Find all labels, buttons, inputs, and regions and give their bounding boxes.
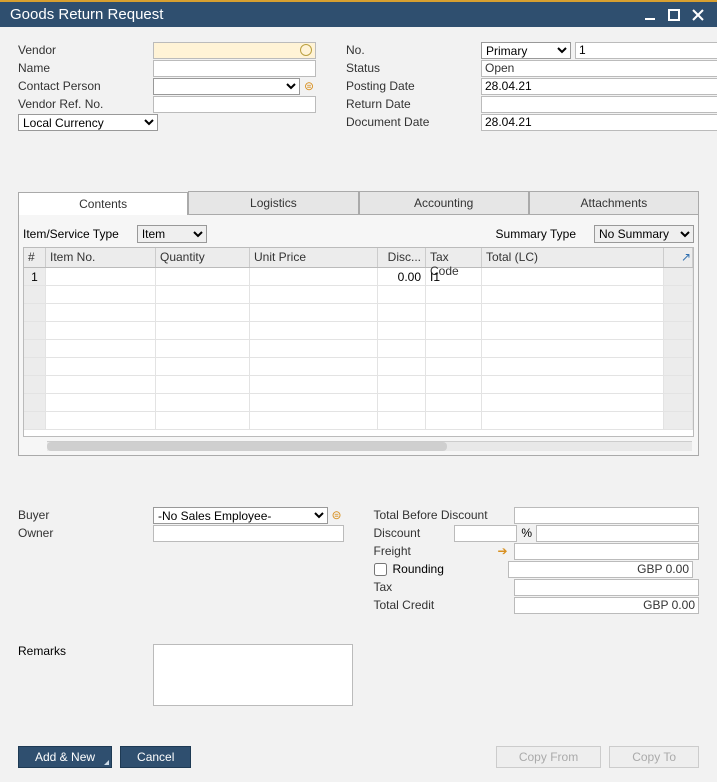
vendor-label: Vendor — [18, 43, 153, 57]
grid-scrollbar[interactable] — [47, 441, 692, 451]
window: Goods Return Request Vendor Name Contact… — [0, 0, 717, 782]
action-bar: Add & New Cancel Copy From Copy To — [18, 746, 699, 768]
col-total[interactable]: Total (LC) — [482, 248, 664, 267]
cell-item[interactable] — [46, 268, 156, 285]
itemtype-label: Item/Service Type — [23, 227, 119, 241]
remarks-label: Remarks — [18, 644, 153, 706]
returndate-input[interactable] — [481, 96, 717, 113]
vendorref-label: Vendor Ref. No. — [18, 97, 153, 111]
no-input[interactable] — [575, 42, 717, 59]
freight-arrow-icon[interactable]: ➔ — [498, 544, 508, 558]
grid-header: # Item No. Quantity Unit Price Disc... T… — [24, 248, 693, 268]
freight-label: Freight — [374, 544, 494, 558]
freight-value — [514, 543, 699, 560]
contact-select[interactable] — [153, 78, 300, 95]
header-left: Vendor Name Contact Person ⊜ Vendor Ref.… — [18, 41, 316, 131]
grid-row[interactable]: 1 0.00 I1 — [24, 268, 693, 286]
discount-value — [536, 525, 699, 542]
titlebar: Goods Return Request — [0, 2, 717, 27]
rounding-value — [508, 561, 694, 578]
tab-logistics[interactable]: Logistics — [188, 191, 358, 214]
cell-qty[interactable] — [156, 268, 250, 285]
currency-select[interactable]: Local Currency — [18, 114, 158, 131]
tax-label: Tax — [374, 580, 514, 594]
col-qty[interactable]: Quantity — [156, 248, 250, 267]
cell-end — [664, 268, 693, 285]
postdate-label: Posting Date — [346, 79, 481, 93]
status-value — [481, 60, 717, 77]
cell-total[interactable] — [482, 268, 664, 285]
cell-price[interactable] — [250, 268, 378, 285]
header-section: Vendor Name Contact Person ⊜ Vendor Ref.… — [18, 41, 699, 131]
itemtype-select[interactable]: Item — [137, 225, 207, 243]
cell-tax[interactable]: I1 — [426, 268, 482, 285]
owner-input[interactable] — [153, 525, 344, 542]
close-button[interactable] — [689, 6, 707, 24]
window-title: Goods Return Request — [10, 6, 635, 23]
contact-label: Contact Person — [18, 79, 153, 93]
grid-body: 1 0.00 I1 — [24, 268, 693, 436]
contact-link-icon[interactable]: ⊜ — [302, 79, 316, 93]
discount-pct-input[interactable] — [454, 525, 518, 542]
minimize-button[interactable] — [641, 6, 659, 24]
remarks-textarea[interactable] — [153, 644, 353, 706]
no-series-select[interactable]: Primary — [481, 42, 571, 59]
postdate-input[interactable] — [481, 78, 717, 95]
footer-section: Buyer -No Sales Employee- ⊜ Owner Total … — [18, 506, 699, 614]
col-num[interactable]: # — [24, 248, 46, 267]
cell-disc[interactable]: 0.00 — [378, 268, 426, 285]
name-input[interactable] — [153, 60, 316, 77]
add-new-button[interactable]: Add & New — [18, 746, 112, 768]
status-label: Status — [346, 61, 481, 75]
copy-to-button: Copy To — [609, 746, 699, 768]
cancel-button[interactable]: Cancel — [120, 746, 191, 768]
tab-contents[interactable]: Contents — [18, 192, 188, 215]
name-label: Name — [18, 61, 153, 75]
totalcredit-label: Total Credit — [374, 598, 514, 612]
owner-label: Owner — [18, 526, 153, 540]
items-grid: ↗ # Item No. Quantity Unit Price Disc...… — [23, 247, 694, 437]
col-tax[interactable]: Tax Code — [426, 248, 482, 267]
expand-grid-icon[interactable]: ↗ — [681, 250, 691, 264]
row-num: 1 — [24, 268, 46, 285]
vendor-input[interactable] — [153, 42, 316, 59]
summarytype-select[interactable]: No Summary — [594, 225, 694, 243]
buyer-link-icon[interactable]: ⊜ — [330, 508, 344, 522]
tab-attachments[interactable]: Attachments — [529, 191, 699, 214]
form-body: Vendor Name Contact Person ⊜ Vendor Ref.… — [0, 27, 717, 782]
rounding-label: Rounding — [393, 562, 508, 576]
totalcredit-value — [514, 597, 700, 614]
returndate-label: Return Date — [346, 97, 481, 111]
buyer-select[interactable]: -No Sales Employee- — [153, 507, 328, 524]
tab-accounting[interactable]: Accounting — [359, 191, 529, 214]
tab-strip: Contents Logistics Accounting Attachment… — [18, 191, 699, 215]
vendorref-input[interactable] — [153, 96, 316, 113]
tax-value — [514, 579, 700, 596]
no-label: No. — [346, 43, 481, 57]
docdate-input[interactable] — [481, 114, 717, 131]
summarytype-label: Summary Type — [496, 227, 576, 241]
totalbefore-label: Total Before Discount — [374, 508, 514, 522]
pct-sign: % — [521, 526, 532, 540]
buyer-label: Buyer — [18, 508, 153, 522]
rounding-checkbox[interactable] — [374, 563, 387, 576]
contents-panel: Item/Service Type Item Summary Type No S… — [18, 215, 699, 456]
discount-label: Discount — [374, 526, 454, 540]
col-disc[interactable]: Disc... — [378, 248, 426, 267]
totalbefore-value — [514, 507, 700, 524]
header-right: No. Primary Status Posting Date Return D… — [346, 41, 717, 131]
remarks-section: Remarks — [18, 644, 699, 706]
copy-from-button: Copy From — [496, 746, 601, 768]
col-item[interactable]: Item No. — [46, 248, 156, 267]
docdate-label: Document Date — [346, 115, 481, 129]
maximize-button[interactable] — [665, 6, 683, 24]
col-price[interactable]: Unit Price — [250, 248, 378, 267]
